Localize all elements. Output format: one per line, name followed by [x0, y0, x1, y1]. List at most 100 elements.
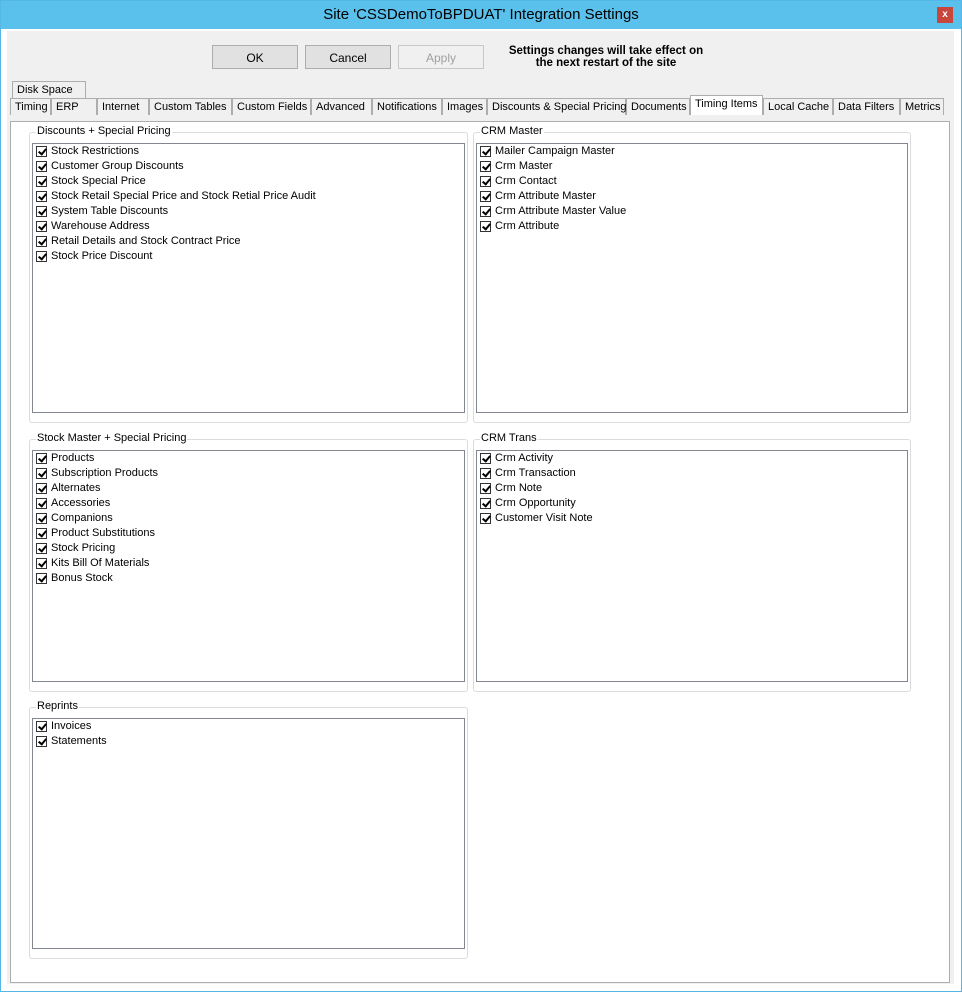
checklist-item[interactable]: Crm Master [477, 159, 907, 174]
tab-custom-fields[interactable]: Custom Fields [232, 98, 311, 115]
discounts-checklist[interactable]: Stock Restrictions Customer Group Discou… [32, 143, 465, 413]
checklist-item[interactable]: Stock Pricing [33, 541, 464, 556]
crm-trans-checklist[interactable]: Crm Activity Crm Transaction Crm Note Cr… [476, 450, 908, 682]
checkbox-checked[interactable] [36, 221, 47, 232]
tab-disk-space[interactable]: Disk Space [12, 81, 86, 98]
cancel-button[interactable]: Cancel [305, 45, 391, 69]
checkbox-checked[interactable] [36, 528, 47, 539]
checkbox-checked[interactable] [480, 483, 491, 494]
crm-master-checklist[interactable]: Mailer Campaign Master Crm Master Crm Co… [476, 143, 908, 413]
checkbox-checked[interactable] [36, 573, 47, 584]
checklist-item[interactable]: Stock Special Price [33, 174, 464, 189]
checklist-item[interactable]: Product Substitutions [33, 526, 464, 541]
checkbox-checked[interactable] [36, 558, 47, 569]
checklist-item[interactable]: System Table Discounts [33, 204, 464, 219]
tab-erp[interactable]: ERP [51, 98, 97, 115]
checklist-item[interactable]: Warehouse Address [33, 219, 464, 234]
checkbox-checked[interactable] [480, 176, 491, 187]
checkbox-checked[interactable] [36, 146, 47, 157]
checklist-item[interactable]: Customer Visit Note [477, 511, 907, 526]
tab-advanced[interactable]: Advanced [311, 98, 372, 115]
checkbox-checked[interactable] [480, 468, 491, 479]
item-label: Product Substitutions [51, 527, 155, 539]
tab-timing[interactable]: Timing [10, 98, 51, 115]
checkbox-checked[interactable] [480, 221, 491, 232]
checklist-item[interactable]: Invoices [33, 719, 464, 734]
checklist-item[interactable]: Crm Attribute [477, 219, 907, 234]
item-label: Customer Group Discounts [51, 160, 184, 172]
checkbox-checked[interactable] [36, 206, 47, 217]
checklist-item[interactable]: Stock Retail Special Price and Stock Ret… [33, 189, 464, 204]
checkbox-checked[interactable] [36, 736, 47, 747]
checklist-item[interactable]: Companions [33, 511, 464, 526]
reprints-checklist[interactable]: Invoices Statements [32, 718, 465, 949]
checkbox-checked[interactable] [36, 161, 47, 172]
restart-notice-line2: the next restart of the site [535, 57, 677, 69]
checklist-item[interactable]: Crm Attribute Master Value [477, 204, 907, 219]
tab-timing-items[interactable]: Timing Items [690, 95, 763, 115]
group-title-crm-trans: CRM Trans [480, 432, 538, 444]
checkbox-checked[interactable] [480, 161, 491, 172]
item-label: Companions [51, 512, 113, 524]
tab-row-lower: Timing ERP Internet Custom Tables Custom… [7, 95, 954, 122]
item-label: Stock Retail Special Price and Stock Ret… [51, 190, 316, 202]
tab-discounts-special-pricing[interactable]: Discounts & Special Pricing [487, 98, 627, 115]
checkbox-checked[interactable] [36, 483, 47, 494]
apply-button[interactable]: Apply [398, 45, 484, 69]
checklist-item[interactable]: Crm Note [477, 481, 907, 496]
tab-documents[interactable]: Documents [626, 98, 690, 115]
ok-button[interactable]: OK [212, 45, 298, 69]
checklist-item[interactable]: Alternates [33, 481, 464, 496]
checklist-item[interactable]: Subscription Products [33, 466, 464, 481]
checklist-item[interactable]: Crm Opportunity [477, 496, 907, 511]
item-label: Invoices [51, 720, 92, 732]
checklist-item[interactable]: Products [33, 451, 464, 466]
checkbox-checked[interactable] [480, 453, 491, 464]
checklist-item[interactable]: Retail Details and Stock Contract Price [33, 234, 464, 249]
checkbox-checked[interactable] [480, 146, 491, 157]
tab-notifications[interactable]: Notifications [372, 98, 442, 115]
checkbox-checked[interactable] [36, 236, 47, 247]
item-label: Crm Master [495, 160, 553, 172]
item-label: Stock Restrictions [51, 145, 140, 157]
checkbox-checked[interactable] [480, 206, 491, 217]
checkbox-checked[interactable] [480, 191, 491, 202]
checklist-item[interactable]: Stock Price Discount [33, 249, 464, 264]
checklist-item[interactable]: Statements [33, 734, 464, 749]
checklist-item[interactable]: Crm Attribute Master [477, 189, 907, 204]
checklist-item[interactable]: Customer Group Discounts [33, 159, 464, 174]
tab-local-cache[interactable]: Local Cache [763, 98, 833, 115]
checklist-item[interactable]: Bonus Stock [33, 571, 464, 586]
window-title: Site 'CSSDemoToBPDUAT' Integration Setti… [323, 6, 639, 23]
tab-images[interactable]: Images [442, 98, 487, 115]
checkbox-checked[interactable] [480, 498, 491, 509]
checkbox-checked[interactable] [36, 543, 47, 554]
checkbox-checked[interactable] [36, 191, 47, 202]
checklist-item[interactable]: Accessories [33, 496, 464, 511]
tab-internet[interactable]: Internet [97, 98, 149, 115]
checkbox-checked[interactable] [36, 468, 47, 479]
item-label: Retail Details and Stock Contract Price [51, 235, 241, 247]
title-bar[interactable]: Site 'CSSDemoToBPDUAT' Integration Setti… [1, 1, 961, 29]
group-reprints: Reprints Invoices Statements [29, 700, 468, 959]
close-button[interactable]: x [937, 7, 953, 23]
checklist-item[interactable]: Crm Activity [477, 451, 907, 466]
checklist-item[interactable]: Crm Contact [477, 174, 907, 189]
tab-data-filters[interactable]: Data Filters [833, 98, 900, 115]
tab-metrics[interactable]: Metrics [900, 98, 944, 115]
stock-master-checklist[interactable]: Products Subscription Products Alternate… [32, 450, 465, 682]
checklist-item[interactable]: Stock Restrictions [33, 144, 464, 159]
tab-custom-tables[interactable]: Custom Tables [149, 98, 232, 115]
checkbox-checked[interactable] [480, 513, 491, 524]
checkbox-checked[interactable] [36, 513, 47, 524]
item-label: Crm Attribute Master Value [495, 205, 627, 217]
checkbox-checked[interactable] [36, 498, 47, 509]
checkbox-checked[interactable] [36, 453, 47, 464]
checklist-item[interactable]: Kits Bill Of Materials [33, 556, 464, 571]
checklist-item[interactable]: Crm Transaction [477, 466, 907, 481]
checkbox-checked[interactable] [36, 721, 47, 732]
item-label: Kits Bill Of Materials [51, 557, 150, 569]
checklist-item[interactable]: Mailer Campaign Master [477, 144, 907, 159]
checkbox-checked[interactable] [36, 251, 47, 262]
checkbox-checked[interactable] [36, 176, 47, 187]
